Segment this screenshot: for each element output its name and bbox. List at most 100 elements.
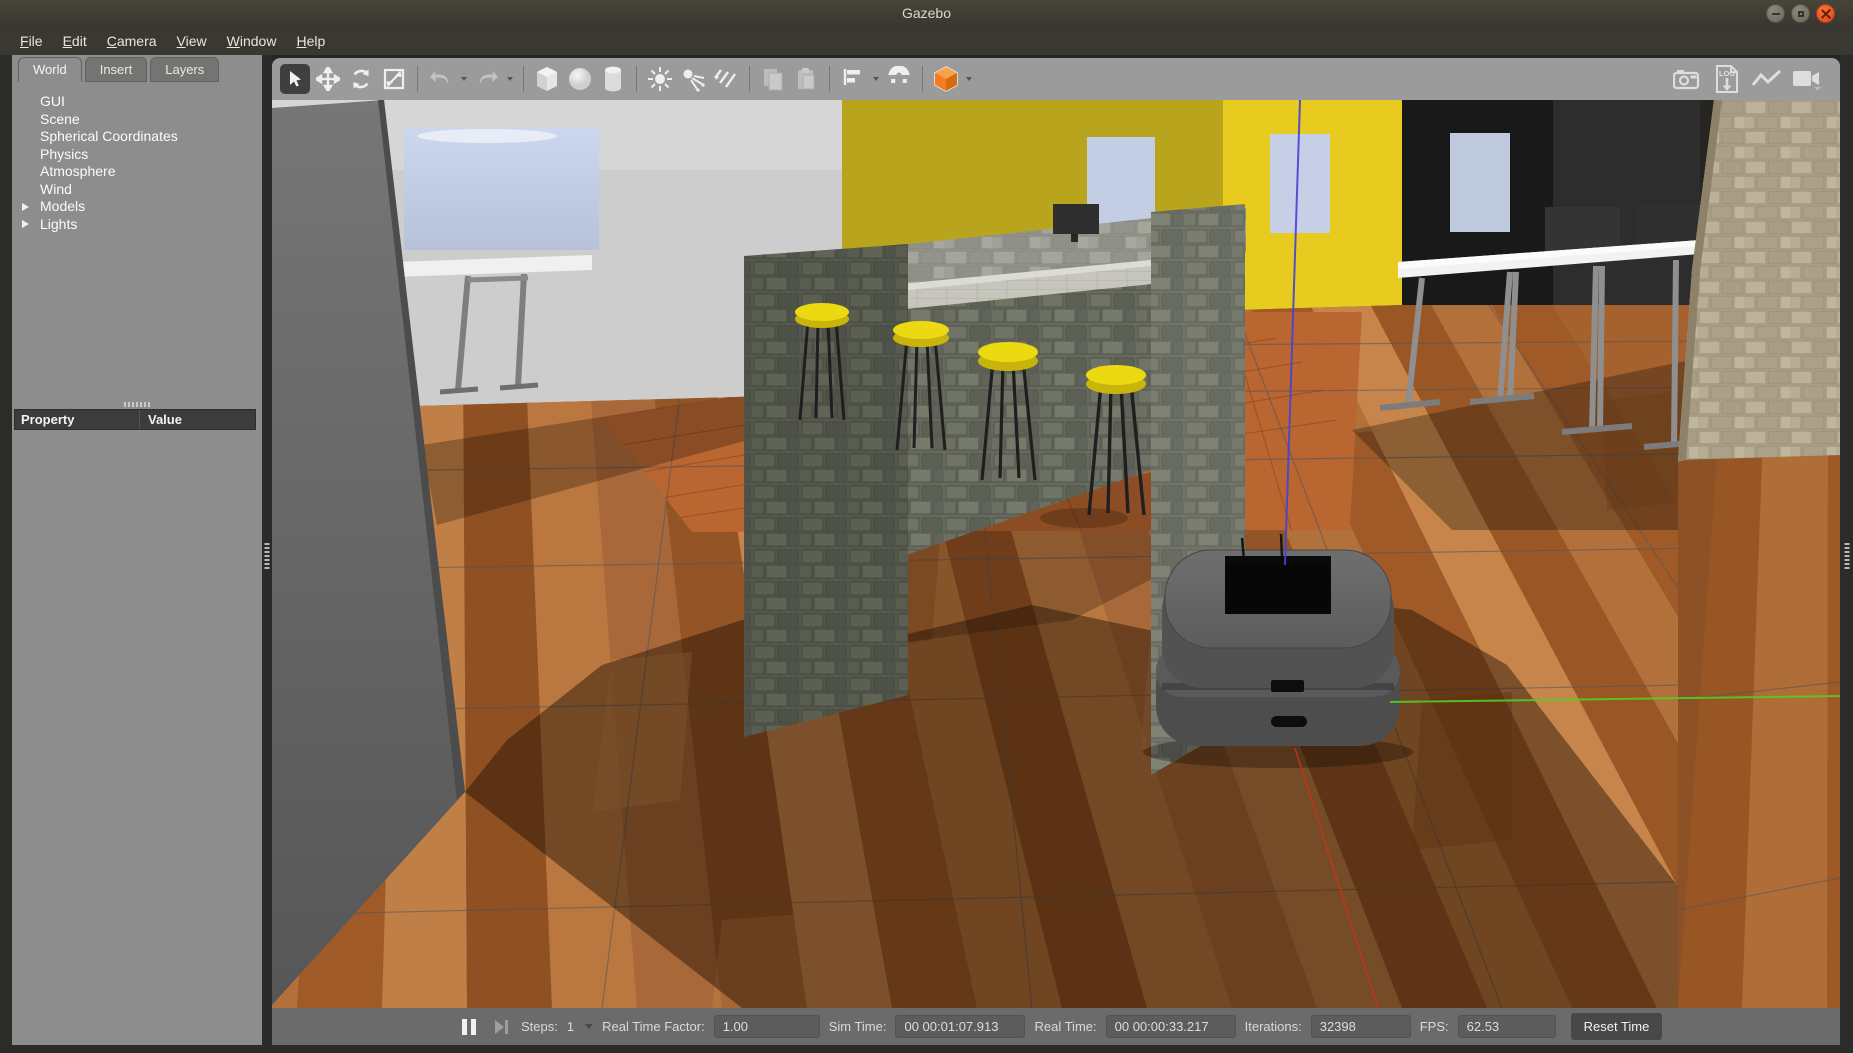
maximize-icon	[1798, 11, 1804, 17]
rotate-tool-button[interactable]	[346, 64, 376, 94]
view-angle-dropdown-caret[interactable]	[966, 77, 972, 81]
view-angle-button[interactable]	[931, 64, 961, 94]
log-file-icon: LOG	[1715, 65, 1739, 93]
value-column-header[interactable]: Value	[140, 410, 182, 429]
property-column-header[interactable]: Property	[15, 410, 140, 429]
minimize-icon	[1772, 13, 1780, 15]
monitor-on-counter	[1053, 204, 1099, 234]
render-toolbar: LOG	[272, 58, 1840, 100]
box-shape-icon	[535, 66, 559, 92]
window-black-wall	[1450, 133, 1510, 232]
title-bar[interactable]: Gazebo	[0, 0, 1853, 29]
directional-light-button[interactable]	[711, 64, 741, 94]
panel-splitter-grip[interactable]	[124, 402, 150, 407]
steps-label: Steps:	[521, 1019, 558, 1034]
sphere-shape-icon	[568, 67, 592, 91]
tree-item-lights[interactable]: Lights	[12, 216, 262, 234]
left-splitter-grip[interactable]	[265, 543, 270, 569]
copy-button[interactable]	[758, 64, 788, 94]
window-title: Gazebo	[0, 5, 1853, 21]
move-icon	[316, 67, 340, 91]
scale-tool-button[interactable]	[379, 64, 409, 94]
align-icon	[841, 67, 865, 91]
cursor-arrow-icon	[285, 69, 305, 89]
toolbar-separator	[749, 66, 750, 92]
toolbar-right-group: LOG	[1672, 64, 1832, 94]
expand-arrow-icon[interactable]	[22, 203, 29, 211]
scene-render	[272, 100, 1840, 1008]
tree-item-gui[interactable]: GUI	[12, 93, 262, 111]
undo-icon	[428, 68, 454, 90]
select-tool-button[interactable]	[280, 64, 310, 94]
copy-icon	[761, 66, 785, 92]
directional-light-icon	[713, 66, 739, 92]
close-button[interactable]	[1816, 4, 1835, 23]
tree-item-spherical-coordinates[interactable]: Spherical Coordinates	[12, 128, 262, 146]
screenshot-button[interactable]	[1672, 64, 1702, 94]
turtlebot-robot[interactable]	[1143, 534, 1413, 768]
point-light-button[interactable]	[645, 64, 675, 94]
tree-item-models[interactable]: Models	[12, 198, 262, 216]
render-viewport: LOG	[272, 55, 1840, 1045]
steps-spinner-caret[interactable]	[585, 1024, 593, 1029]
record-video-button[interactable]	[1792, 64, 1822, 94]
undo-button[interactable]	[426, 64, 456, 94]
magnet-icon	[886, 66, 912, 92]
camera-icon	[1673, 68, 1701, 90]
align-button[interactable]	[838, 64, 868, 94]
insert-sphere-button[interactable]	[565, 64, 595, 94]
tree-item-atmosphere[interactable]: Atmosphere	[12, 163, 262, 181]
window-sky-view	[404, 128, 599, 250]
fps-value: 62.53	[1458, 1015, 1556, 1038]
tab-layers[interactable]: Layers	[150, 57, 219, 82]
left-splitter[interactable]	[262, 55, 272, 1045]
align-dropdown-caret[interactable]	[873, 77, 879, 81]
right-splitter-grip[interactable]	[1844, 543, 1849, 569]
plot-line-icon	[1752, 69, 1782, 89]
plot-button[interactable]	[1752, 64, 1782, 94]
toolbar-separator	[523, 66, 524, 92]
video-camera-icon	[1792, 68, 1822, 90]
menu-window[interactable]: Window	[217, 28, 287, 55]
steps-value[interactable]: 1	[567, 1019, 574, 1034]
right-splitter[interactable]	[1840, 55, 1853, 1045]
menu-camera[interactable]: Camera	[97, 28, 167, 55]
scene-3d-viewport[interactable]	[272, 100, 1840, 1008]
tree-item-wind[interactable]: Wind	[12, 181, 262, 199]
menu-file[interactable]: File	[10, 28, 53, 55]
simulation-status-bar: Steps: 1 Real Time Factor: 1.00 Sim Time…	[272, 1008, 1840, 1045]
undo-dropdown-caret[interactable]	[461, 77, 467, 81]
insert-cylinder-button[interactable]	[598, 64, 628, 94]
expand-arrow-icon[interactable]	[22, 220, 29, 228]
paste-button[interactable]	[791, 64, 821, 94]
translate-tool-button[interactable]	[313, 64, 343, 94]
data-logger-button[interactable]: LOG	[1712, 64, 1742, 94]
spot-light-icon	[680, 66, 706, 92]
world-tree: GUI Scene Spherical Coordinates Physics …	[12, 93, 262, 233]
reset-time-button[interactable]: Reset Time	[1571, 1013, 1663, 1040]
panel-tabs: World Insert Layers	[18, 57, 219, 82]
toolbar-separator	[829, 66, 830, 92]
insert-box-button[interactable]	[532, 64, 562, 94]
step-button[interactable]	[495, 1020, 508, 1034]
redo-dropdown-caret[interactable]	[507, 77, 513, 81]
menu-help[interactable]: Help	[286, 28, 335, 55]
tree-item-physics[interactable]: Physics	[12, 146, 262, 164]
maximize-button[interactable]	[1791, 4, 1810, 23]
real-time-value: 00 00:00:33.217	[1106, 1015, 1236, 1038]
tab-insert[interactable]: Insert	[85, 57, 148, 82]
pause-button[interactable]	[462, 1019, 476, 1035]
paste-icon	[794, 66, 818, 92]
spot-light-button[interactable]	[678, 64, 708, 94]
real-time-label: Real Time:	[1034, 1019, 1096, 1034]
tree-item-scene[interactable]: Scene	[12, 111, 262, 129]
menu-view[interactable]: View	[167, 28, 217, 55]
redo-button[interactable]	[472, 64, 502, 94]
toolbar-separator	[636, 66, 637, 92]
snap-button[interactable]	[884, 64, 914, 94]
tab-world[interactable]: World	[18, 57, 82, 82]
toolbar-separator	[417, 66, 418, 92]
point-light-icon	[647, 66, 673, 92]
menu-edit[interactable]: Edit	[53, 28, 97, 55]
minimize-button[interactable]	[1766, 4, 1785, 23]
